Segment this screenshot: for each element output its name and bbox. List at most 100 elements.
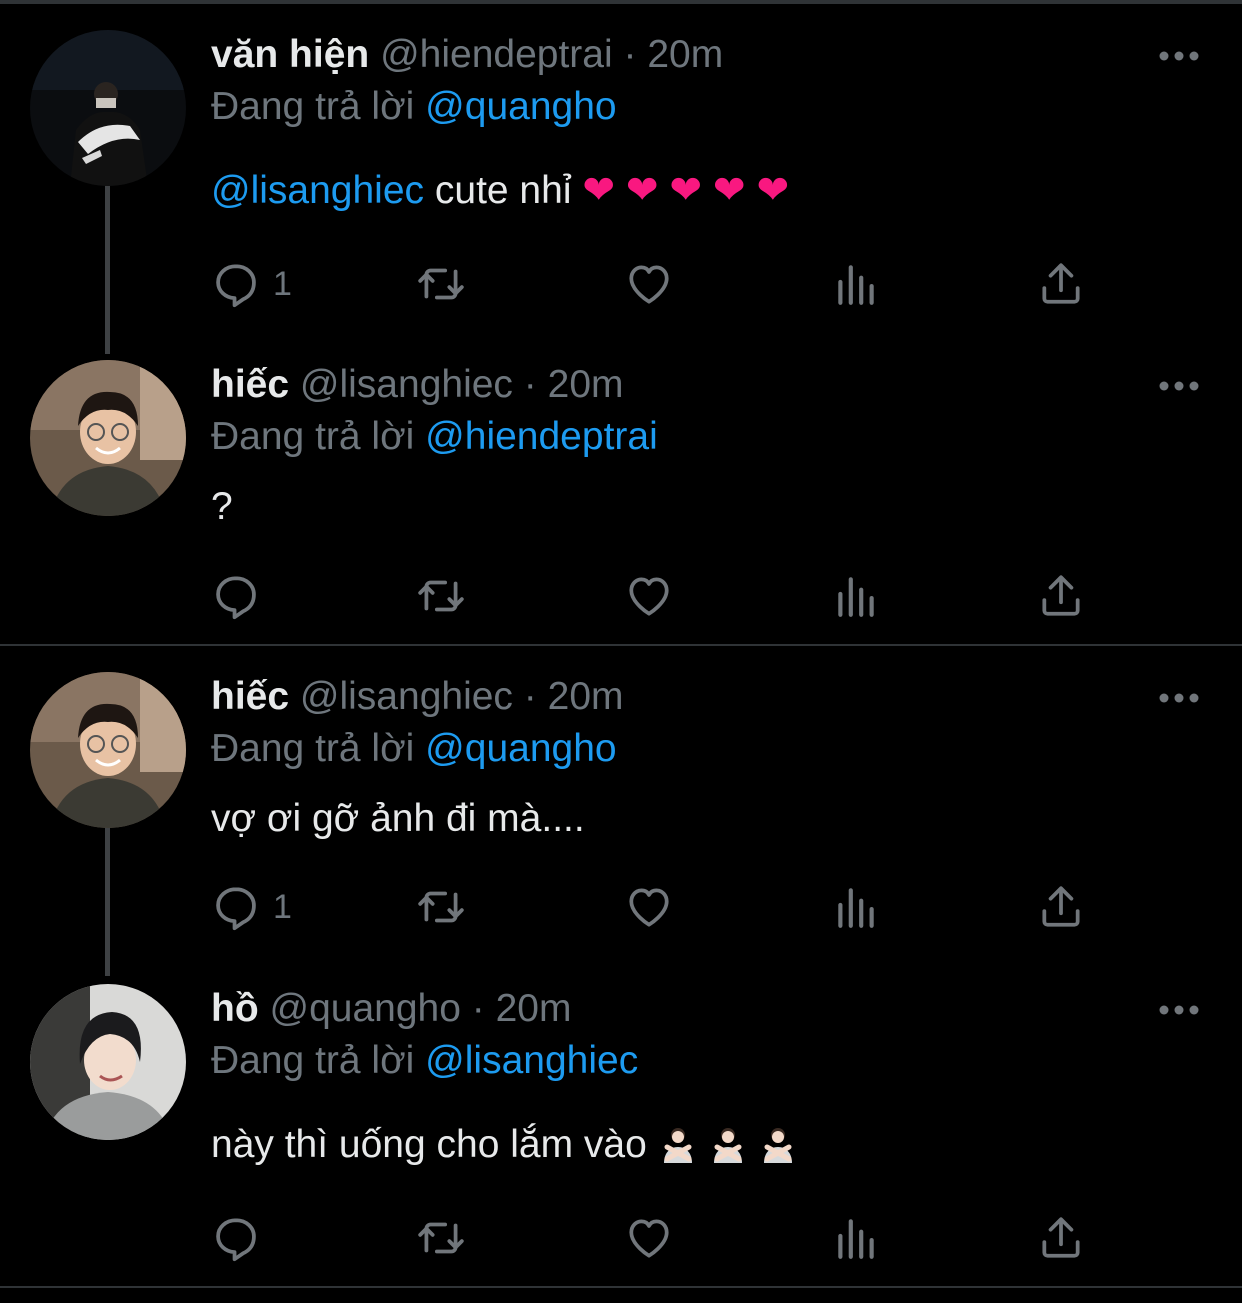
replying-prefix: Đang trả lời — [211, 415, 415, 458]
analytics-button[interactable] — [831, 1213, 881, 1263]
retweet-button[interactable] — [416, 1213, 466, 1263]
retweet-button[interactable] — [416, 882, 466, 932]
display-name[interactable]: hồ — [211, 987, 259, 1030]
analytics-icon — [831, 882, 881, 932]
heart-emoji: ❤ — [712, 168, 746, 213]
retweet-icon — [416, 259, 466, 309]
tweet-header: hồ @quangho · 20m — [211, 986, 571, 1032]
reply-to-mention[interactable]: @quangho — [425, 85, 616, 128]
tweet-actions — [211, 1213, 1091, 1263]
tweet-text: ? — [211, 485, 233, 528]
analytics-button[interactable] — [831, 571, 881, 621]
timestamp[interactable]: 20m — [548, 363, 624, 406]
display-name[interactable]: hiếc — [211, 363, 289, 406]
heart-emoji: ❤ — [669, 168, 703, 213]
share-icon — [1036, 259, 1086, 309]
thread-separator — [0, 644, 1242, 646]
timestamp[interactable]: 20m — [496, 987, 572, 1030]
replying-prefix: Đang trả lời — [211, 85, 415, 128]
reply-count: 1 — [273, 887, 292, 926]
reply-button[interactable]: 1 — [211, 882, 292, 932]
share-button[interactable] — [1036, 571, 1086, 621]
display-name[interactable]: văn hiện — [211, 33, 369, 76]
person-gesturing-no-icon — [758, 1123, 798, 1163]
user-handle[interactable]: @hiendeptrai — [380, 33, 613, 76]
separator-dot: · — [523, 675, 537, 718]
avatar[interactable] — [30, 672, 186, 828]
share-button[interactable] — [1036, 1213, 1086, 1263]
more-icon[interactable] — [1158, 46, 1200, 66]
timestamp[interactable]: 20m — [548, 675, 624, 718]
reply-icon — [211, 259, 261, 309]
tweet-text: vợ ơi gỡ ảnh đi mà.... — [211, 797, 585, 840]
tweet-actions — [211, 571, 1091, 621]
retweet-button[interactable] — [416, 571, 466, 621]
more-icon[interactable] — [1158, 1000, 1200, 1020]
heart-emoji: ❤ — [625, 168, 659, 213]
reply-icon — [211, 882, 261, 932]
reply-button[interactable] — [211, 571, 273, 621]
retweet-icon — [416, 882, 466, 932]
tweet-header: văn hiện @hiendeptrai · 20m — [211, 32, 723, 78]
more-icon[interactable] — [1158, 376, 1200, 396]
replying-to: Đang trả lời @quangho — [211, 84, 617, 130]
top-divider — [0, 0, 1242, 4]
analytics-icon — [831, 1213, 881, 1263]
reply-to-mention[interactable]: @lisanghiec — [425, 1039, 638, 1082]
thread-line — [105, 184, 110, 354]
like-button[interactable] — [624, 882, 674, 932]
separator-dot: · — [471, 987, 485, 1030]
tweet-body-text: cute nhỉ — [424, 169, 583, 212]
replying-to: Đang trả lời @hiendeptrai — [211, 414, 658, 460]
retweet-button[interactable] — [416, 259, 466, 309]
avatar[interactable] — [30, 30, 186, 186]
mention-link[interactable]: @lisanghiec — [211, 169, 424, 212]
replying-to: Đang trả lời @lisanghiec — [211, 1038, 638, 1084]
reply-to-mention[interactable]: @hiendeptrai — [425, 415, 658, 458]
timestamp[interactable]: 20m — [647, 33, 723, 76]
tweet-actions: 1 — [211, 259, 1091, 309]
heart-emoji: ❤ — [582, 168, 616, 213]
person-gesturing-no-icon — [708, 1123, 748, 1163]
more-icon[interactable] — [1158, 688, 1200, 708]
thread-line — [105, 826, 110, 976]
replying-prefix: Đang trả lời — [211, 1039, 415, 1082]
tweet-header: hiếc @lisanghiec · 20m — [211, 674, 624, 720]
share-button[interactable] — [1036, 259, 1086, 309]
share-icon — [1036, 571, 1086, 621]
analytics-button[interactable] — [831, 259, 881, 309]
like-icon — [624, 882, 674, 932]
replying-prefix: Đang trả lời — [211, 727, 415, 770]
share-button[interactable] — [1036, 882, 1086, 932]
reply-button[interactable] — [211, 1213, 273, 1263]
heart-emoji: ❤ — [756, 168, 790, 213]
user-handle[interactable]: @lisanghiec — [300, 675, 513, 718]
like-icon — [624, 1213, 674, 1263]
like-button[interactable] — [624, 1213, 674, 1263]
avatar[interactable] — [30, 984, 186, 1140]
share-icon — [1036, 882, 1086, 932]
user-handle[interactable]: @quangho — [270, 987, 461, 1030]
person-gesturing-no-icon — [658, 1123, 698, 1163]
like-button[interactable] — [624, 259, 674, 309]
analytics-button[interactable] — [831, 882, 881, 932]
analytics-icon — [831, 259, 881, 309]
avatar[interactable] — [30, 360, 186, 516]
user-handle[interactable]: @lisanghiec — [300, 363, 513, 406]
like-icon — [624, 259, 674, 309]
retweet-icon — [416, 1213, 466, 1263]
tweet-actions: 1 — [211, 882, 1091, 932]
separator-dot: · — [523, 363, 537, 406]
reply-count: 1 — [273, 264, 292, 303]
display-name[interactable]: hiếc — [211, 675, 289, 718]
reply-icon — [211, 1213, 261, 1263]
reply-to-mention[interactable]: @quangho — [425, 727, 616, 770]
like-icon — [624, 571, 674, 621]
tweet-text: @lisanghiec cute nhỉ ❤ ❤ ❤ ❤ ❤ — [211, 168, 789, 214]
bottom-separator — [0, 1286, 1242, 1288]
reply-icon — [211, 571, 261, 621]
share-icon — [1036, 1213, 1086, 1263]
like-button[interactable] — [624, 571, 674, 621]
tweet-body-text: này thì uống cho lắm vào — [211, 1123, 658, 1166]
reply-button[interactable]: 1 — [211, 259, 292, 309]
